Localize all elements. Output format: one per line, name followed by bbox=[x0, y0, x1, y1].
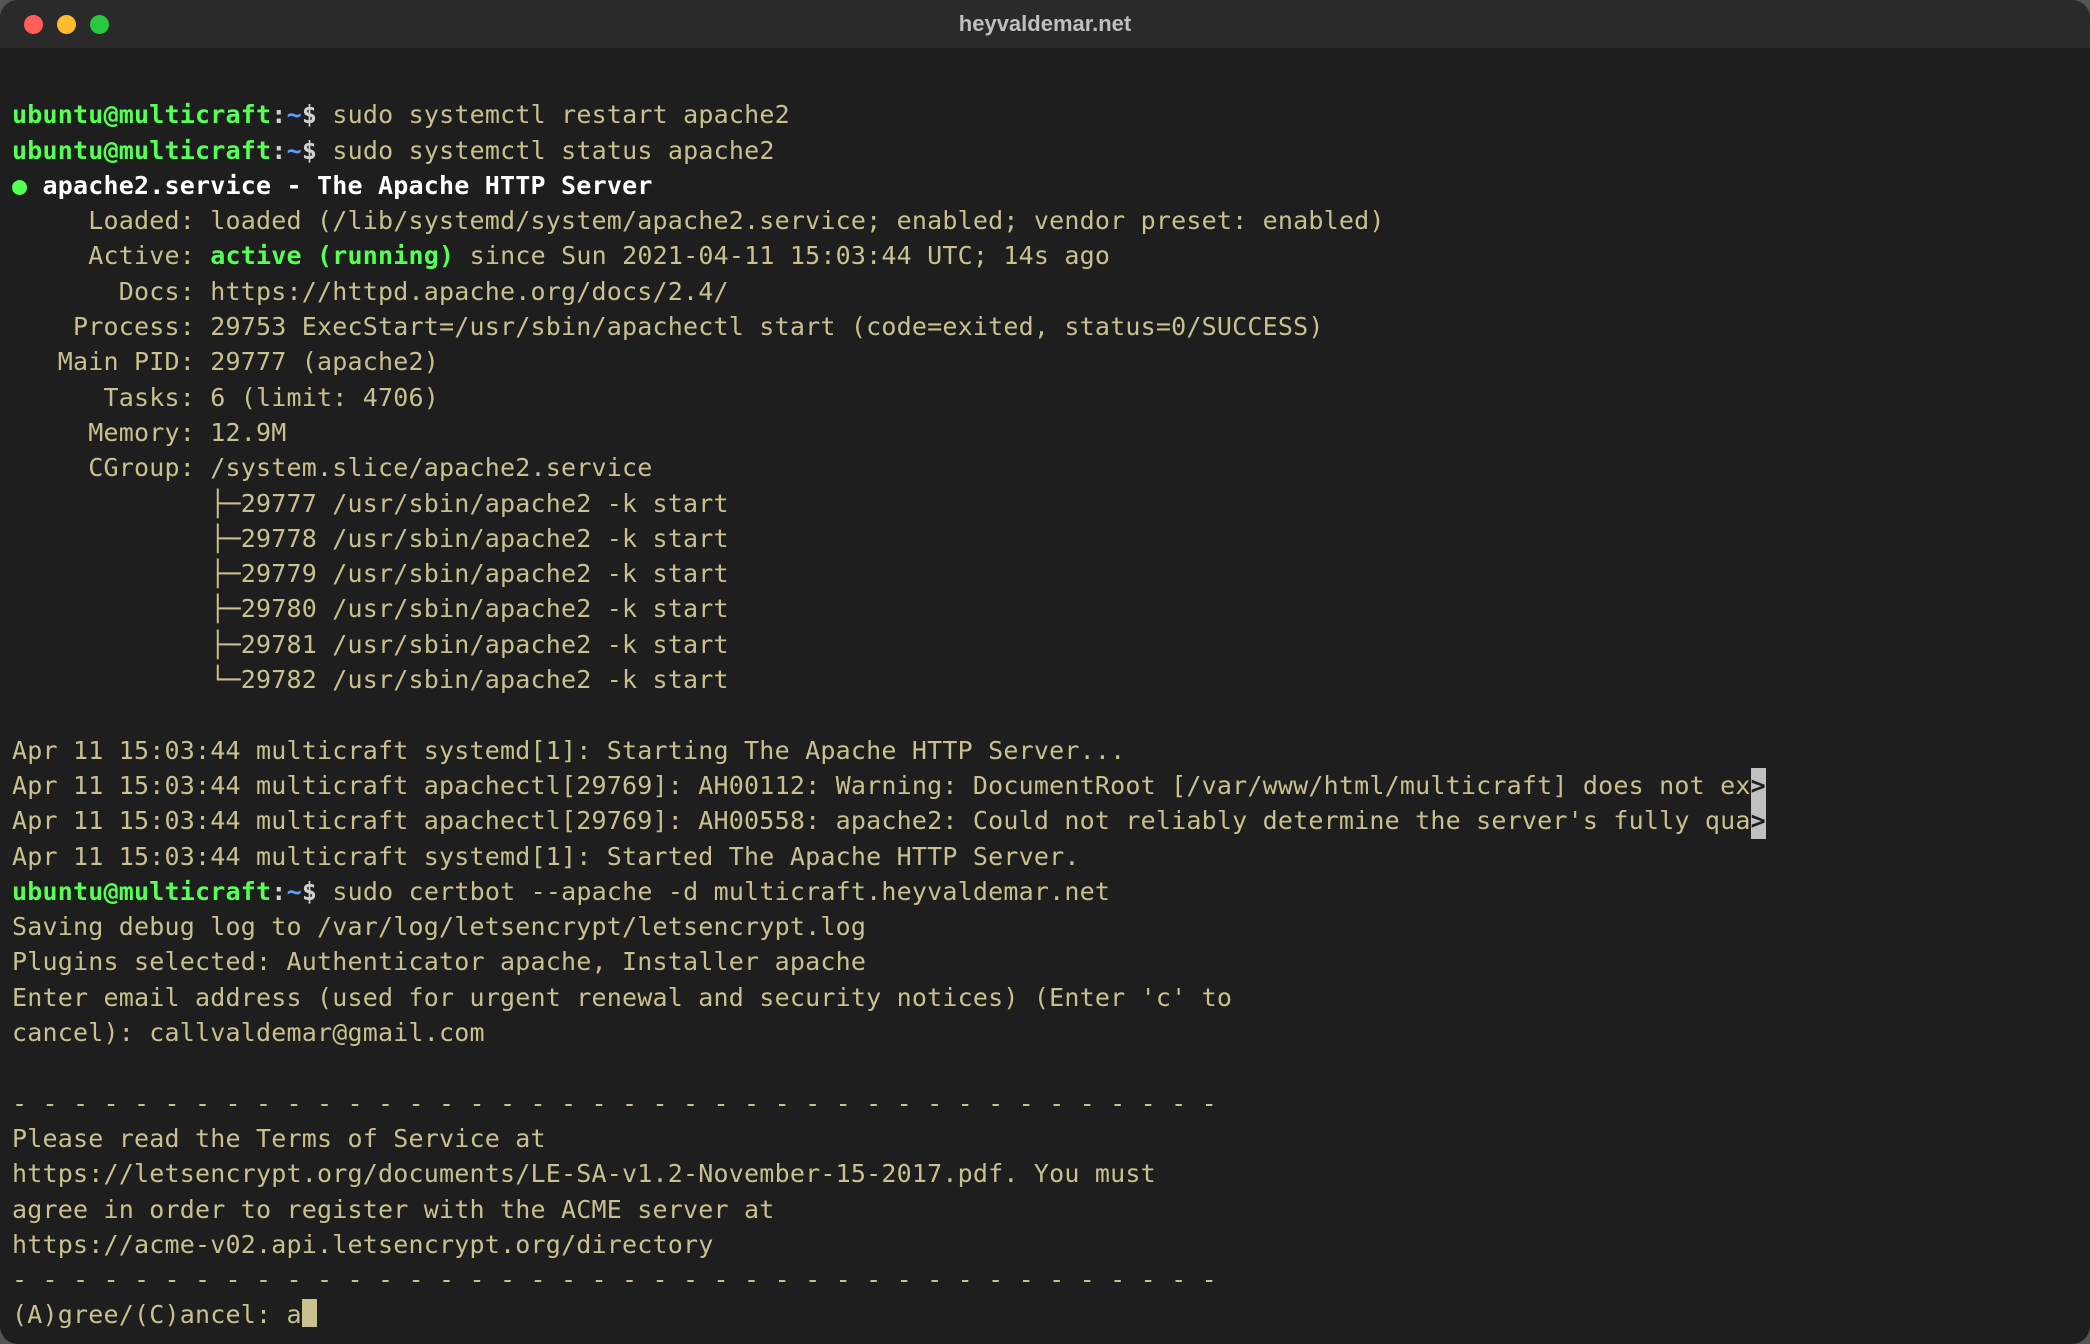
terminal-body[interactable]: ubuntu@multicraft:~$ sudo systemctl rest… bbox=[0, 48, 2090, 1344]
window-title: heyvaldemar.net bbox=[0, 11, 2090, 37]
output-line: Docs: https://httpd.apache.org/docs/2.4/ bbox=[12, 277, 729, 306]
output-line: cancel): callvaldemar@gmail.com bbox=[12, 1018, 485, 1047]
log-line: Apr 11 15:03:44 multicraft apachectl[297… bbox=[12, 806, 1751, 835]
command: sudo certbot --apache -d multicraft.heyv… bbox=[332, 877, 1110, 906]
tree-line: ├─29780 /usr/sbin/apache2 -k start bbox=[12, 594, 729, 623]
service-header: apache2.service - The Apache HTTP Server bbox=[27, 171, 652, 200]
output-line: Please read the Terms of Service at bbox=[12, 1124, 546, 1153]
titlebar: heyvaldemar.net bbox=[0, 0, 2090, 48]
prompt-dollar: $ bbox=[302, 100, 333, 129]
output-line: Memory: 12.9M bbox=[12, 418, 287, 447]
divider: - - - - - - - - - - - - - - - - - - - - … bbox=[12, 1265, 1217, 1294]
prompt: ubuntu@multicraft:~$ bbox=[12, 100, 332, 129]
output-line: CGroup: /system.slice/apache2.service bbox=[12, 453, 653, 482]
tree-line: └─29782 /usr/sbin/apache2 -k start bbox=[12, 665, 729, 694]
command: sudo systemctl status apache2 bbox=[332, 136, 774, 165]
output-line: Process: 29753 ExecStart=/usr/sbin/apach… bbox=[12, 312, 1324, 341]
divider: - - - - - - - - - - - - - - - - - - - - … bbox=[12, 1089, 1217, 1118]
prompt-sep: : bbox=[271, 100, 286, 129]
prompt-path: ~ bbox=[287, 100, 302, 129]
output-line: Tasks: 6 (limit: 4706) bbox=[12, 383, 439, 412]
output-line: https://letsencrypt.org/documents/LE-SA-… bbox=[12, 1159, 1156, 1188]
output-line: agree in order to register with the ACME… bbox=[12, 1195, 775, 1224]
tree-line: ├─29777 /usr/sbin/apache2 -k start bbox=[12, 489, 729, 518]
bullet-icon: ● bbox=[12, 171, 27, 200]
output-line: Active: bbox=[12, 241, 210, 270]
line-truncated-icon: > bbox=[1751, 803, 1766, 838]
output-line: Main PID: 29777 (apache2) bbox=[12, 347, 439, 376]
output-line: Loaded: loaded (/lib/systemd/system/apac… bbox=[12, 206, 1385, 235]
cursor-icon bbox=[302, 1299, 317, 1327]
prompt-at: @ bbox=[104, 100, 119, 129]
output-line: Plugins selected: Authenticator apache, … bbox=[12, 947, 866, 976]
tree-line: ├─29778 /usr/sbin/apache2 -k start bbox=[12, 524, 729, 553]
terminal-window: heyvaldemar.net ubuntu@multicraft:~$ sud… bbox=[0, 0, 2090, 1344]
output-line: Saving debug log to /var/log/letsencrypt… bbox=[12, 912, 866, 941]
agree-input[interactable]: a bbox=[287, 1300, 302, 1329]
prompt: ubuntu@multicraft:~$ bbox=[12, 877, 332, 906]
log-line: Apr 11 15:03:44 multicraft systemd[1]: S… bbox=[12, 842, 1080, 871]
log-line: Apr 11 15:03:44 multicraft systemd[1]: S… bbox=[12, 736, 1125, 765]
status-badge: active (running) bbox=[210, 241, 454, 270]
output-line: Enter email address (used for urgent ren… bbox=[12, 983, 1232, 1012]
output-line: https://acme-v02.api.letsencrypt.org/dir… bbox=[12, 1230, 714, 1259]
prompt-user: ubuntu bbox=[12, 100, 104, 129]
line-truncated-icon: > bbox=[1751, 768, 1766, 803]
agree-prompt: (A)gree/(C)ancel: bbox=[12, 1300, 287, 1329]
tree-line: ├─29779 /usr/sbin/apache2 -k start bbox=[12, 559, 729, 588]
command: sudo systemctl restart apache2 bbox=[332, 100, 790, 129]
tree-line: ├─29781 /usr/sbin/apache2 -k start bbox=[12, 630, 729, 659]
prompt-host: multicraft bbox=[119, 100, 272, 129]
prompt: ubuntu@multicraft:~$ bbox=[12, 136, 332, 165]
log-line: Apr 11 15:03:44 multicraft apachectl[297… bbox=[12, 771, 1751, 800]
